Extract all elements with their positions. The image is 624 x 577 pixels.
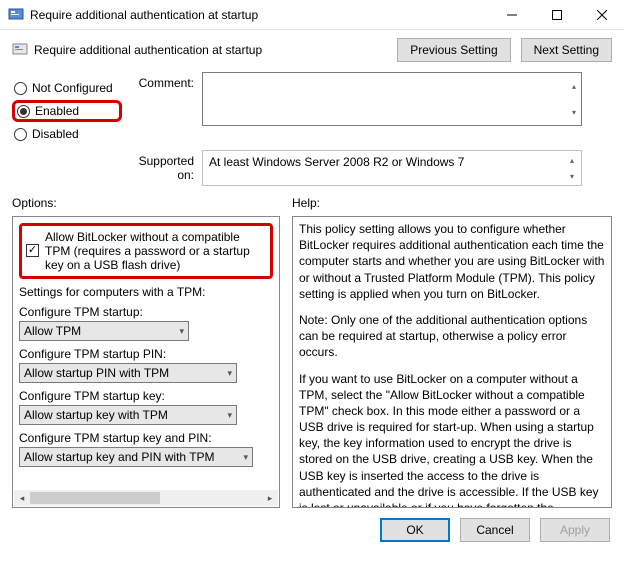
- select-value: Allow startup key with TPM: [24, 408, 168, 422]
- options-header: Options:: [12, 194, 292, 212]
- supported-value: At least Windows Server 2008 R2 or Windo…: [209, 155, 464, 169]
- chevron-down-icon: ▾: [227, 368, 232, 379]
- next-setting-button[interactable]: Next Setting: [521, 38, 612, 62]
- radio-enabled[interactable]: Enabled: [12, 100, 122, 122]
- radio-disabled[interactable]: Disabled: [12, 126, 122, 142]
- radio-label: Disabled: [32, 127, 79, 141]
- minimize-button[interactable]: [489, 0, 534, 30]
- checkbox-icon: [26, 244, 39, 257]
- radio-not-configured[interactable]: Not Configured: [12, 80, 122, 96]
- tpm-startup-label: Configure TPM startup:: [19, 305, 273, 319]
- scroll-down-icon[interactable]: ▾: [564, 168, 580, 184]
- comment-label: Comment:: [122, 72, 202, 146]
- previous-setting-button[interactable]: Previous Setting: [397, 38, 510, 62]
- tpm-keypin-label: Configure TPM startup key and PIN:: [19, 431, 273, 445]
- footer: OK Cancel Apply: [0, 508, 624, 552]
- header: Require additional authentication at sta…: [0, 30, 624, 66]
- chevron-down-icon: ▾: [179, 326, 184, 337]
- radio-label: Not Configured: [32, 81, 113, 95]
- radio-icon: [14, 128, 27, 141]
- allow-without-tpm-option[interactable]: Allow BitLocker without a compatible TPM…: [19, 223, 273, 279]
- allow-without-tpm-label: Allow BitLocker without a compatible TPM…: [45, 230, 266, 272]
- supported-label: Supported on:: [122, 150, 202, 182]
- select-value: Allow TPM: [24, 324, 81, 338]
- tpm-keypin-select[interactable]: Allow startup key and PIN with TPM ▾: [19, 447, 253, 467]
- maximize-button[interactable]: [534, 0, 579, 30]
- tpm-pin-label: Configure TPM startup PIN:: [19, 347, 273, 361]
- select-value: Allow startup PIN with TPM: [24, 366, 169, 380]
- scroll-right-icon[interactable]: ▸: [262, 490, 278, 506]
- help-paragraph: If you want to use BitLocker on a comput…: [299, 371, 605, 508]
- tpm-startup-select[interactable]: Allow TPM ▾: [19, 321, 189, 341]
- tpm-pin-select[interactable]: Allow startup PIN with TPM ▾: [19, 363, 237, 383]
- cancel-button[interactable]: Cancel: [460, 518, 530, 542]
- window-title: Require additional authentication at sta…: [30, 8, 489, 22]
- title-bar: Require additional authentication at sta…: [0, 0, 624, 30]
- help-header: Help:: [292, 194, 320, 212]
- radio-label: Enabled: [35, 104, 79, 118]
- help-text[interactable]: This policy setting allows you to config…: [293, 217, 611, 507]
- ok-button[interactable]: OK: [380, 518, 450, 542]
- chevron-down-icon: ▾: [243, 452, 248, 463]
- options-panel: Allow BitLocker without a compatible TPM…: [12, 216, 280, 508]
- horizontal-scrollbar[interactable]: ◂ ▸: [14, 490, 278, 506]
- radio-icon: [17, 105, 30, 118]
- scroll-left-icon[interactable]: ◂: [14, 490, 30, 506]
- radio-icon: [14, 82, 27, 95]
- chevron-down-icon: ▾: [227, 410, 232, 421]
- help-paragraph: Note: Only one of the additional authent…: [299, 312, 605, 361]
- tpm-key-label: Configure TPM startup key:: [19, 389, 273, 403]
- close-button[interactable]: [579, 0, 624, 30]
- select-value: Allow startup key and PIN with TPM: [24, 450, 215, 464]
- app-icon: [8, 7, 24, 23]
- scroll-up-icon[interactable]: ▴: [566, 73, 582, 99]
- scroll-thumb[interactable]: [30, 492, 160, 504]
- settings-tpm-heading: Settings for computers with a TPM:: [19, 285, 273, 299]
- scroll-up-icon[interactable]: ▴: [564, 152, 580, 168]
- policy-icon: [12, 42, 28, 58]
- comment-field[interactable]: [202, 72, 582, 126]
- policy-title: Require additional authentication at sta…: [34, 43, 397, 57]
- apply-button[interactable]: Apply: [540, 518, 610, 542]
- tpm-key-select[interactable]: Allow startup key with TPM ▾: [19, 405, 237, 425]
- help-paragraph: This policy setting allows you to config…: [299, 221, 605, 302]
- scroll-down-icon[interactable]: ▾: [566, 99, 582, 125]
- supported-field: At least Windows Server 2008 R2 or Windo…: [202, 150, 582, 186]
- help-panel: This policy setting allows you to config…: [292, 216, 612, 508]
